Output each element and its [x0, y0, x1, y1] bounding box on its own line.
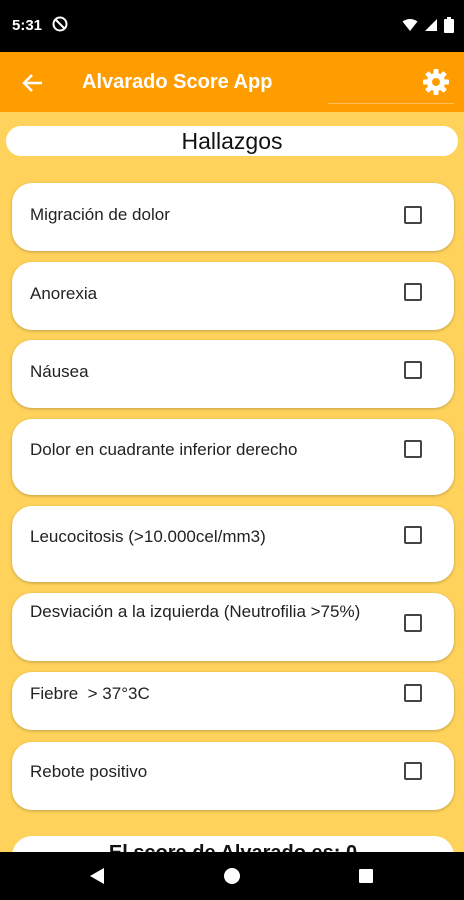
finding-checkbox[interactable] [404, 526, 422, 544]
app-bar-divider [328, 103, 454, 104]
finding-label: Náusea [30, 362, 89, 381]
app-bar: Alvarado Score App [0, 52, 464, 112]
finding-label: Fiebre > 37°3C [30, 684, 150, 703]
finding-checkbox[interactable] [404, 762, 422, 780]
nav-home-icon[interactable] [223, 867, 241, 885]
finding-item-desviacion[interactable]: Desviación a la izquierda (Neutrofilia >… [12, 593, 454, 661]
finding-item-leucocitosis[interactable]: Leucocitosis (>10.000cel/mm3) [12, 506, 454, 582]
finding-checkbox[interactable] [404, 361, 422, 379]
content-area: Hallazgos Migración de dolor Anorexia Ná… [0, 112, 464, 852]
finding-checkbox[interactable] [404, 440, 422, 458]
finding-checkbox[interactable] [404, 283, 422, 301]
do-not-disturb-icon [52, 16, 68, 32]
finding-item-anorexia[interactable]: Anorexia [12, 262, 454, 330]
finding-checkbox[interactable] [404, 614, 422, 632]
score-result: El score de Alvarado es: 0 [12, 836, 454, 852]
finding-checkbox[interactable] [404, 206, 422, 224]
finding-label: Leucocitosis (>10.000cel/mm3) [30, 527, 266, 546]
nav-recents-icon[interactable] [358, 868, 374, 884]
status-time: 5:31 [12, 17, 43, 34]
app-title: Alvarado Score App [82, 71, 273, 93]
system-nav-bar [0, 852, 464, 900]
finding-item-migracion[interactable]: Migración de dolor [12, 183, 454, 251]
finding-label: Rebote positivo [30, 762, 148, 781]
back-arrow-icon[interactable] [20, 70, 46, 96]
nav-back-icon[interactable] [88, 867, 106, 885]
finding-checkbox[interactable] [404, 684, 422, 702]
finding-item-cuadrante[interactable]: Dolor en cuadrante inferior derecho [12, 419, 454, 495]
gear-icon[interactable] [422, 68, 450, 96]
battery-icon [444, 17, 454, 33]
finding-label: Anorexia [30, 284, 98, 303]
finding-label: Migración de dolor [30, 205, 170, 224]
finding-item-fiebre[interactable]: Fiebre > 37°3C [12, 672, 454, 730]
finding-item-nausea[interactable]: Náusea [12, 340, 454, 408]
finding-label: Dolor en cuadrante inferior derecho [30, 440, 298, 459]
status-bar: 5:31 [0, 0, 464, 52]
cell-signal-icon [425, 19, 437, 31]
section-header: Hallazgos [6, 126, 458, 156]
finding-label: Desviación a la izquierda (Neutrofilia >… [30, 602, 361, 621]
finding-item-rebote[interactable]: Rebote positivo [12, 742, 454, 810]
wifi-icon [402, 19, 418, 31]
